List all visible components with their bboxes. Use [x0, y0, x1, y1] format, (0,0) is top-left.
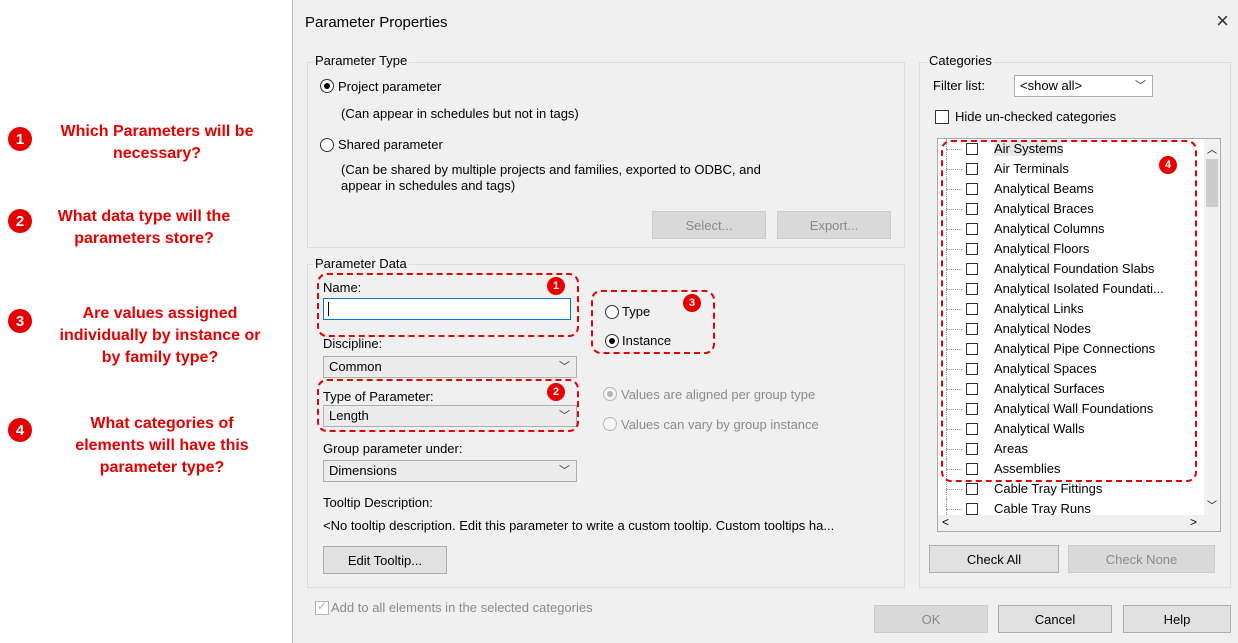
callout-badge-4: 4 — [1159, 156, 1177, 174]
tree-connector — [946, 479, 964, 499]
tooltip-description-label: Tooltip Description: — [323, 495, 433, 510]
discipline-value: Common — [329, 359, 382, 374]
group-parameter-value: Dimensions — [329, 463, 397, 478]
dialog-title: Parameter Properties — [305, 14, 448, 31]
check-all-button[interactable]: Check All — [929, 545, 1059, 573]
shared-parameter-radio[interactable] — [320, 138, 334, 152]
aligned-per-group-radio[interactable] — [603, 387, 617, 401]
hide-unchecked-label: Hide un-checked categories — [955, 109, 1117, 124]
add-to-all-checkbox[interactable]: ✓ — [315, 599, 329, 615]
discipline-label: Discipline: — [323, 336, 383, 351]
project-parameter-desc: (Can appear in schedules but not in tags… — [341, 106, 579, 121]
chevron-down-icon: ﹀ — [1135, 80, 1146, 92]
callout-badge-3: 3 — [683, 294, 701, 312]
annotation-badge: 1 — [8, 127, 32, 151]
annotation-text: What data type will the parameters store… — [57, 208, 231, 247]
parameter-type-legend: Parameter Type — [313, 53, 410, 68]
help-button[interactable]: Help — [1123, 605, 1231, 633]
chevron-down-icon: ﹀ — [559, 465, 570, 477]
annotation-badge: 3 — [8, 309, 32, 333]
project-parameter-label: Project parameter — [338, 79, 442, 94]
annotation-badge: 2 — [8, 209, 32, 233]
add-to-all-label: Add to all elements in the selected cate… — [331, 600, 593, 615]
discipline-select[interactable]: Common ﹀ — [323, 356, 577, 378]
category-checkbox[interactable] — [966, 483, 978, 495]
chevron-up-icon[interactable]: ︿ — [1207, 141, 1217, 156]
select-button[interactable]: Select... — [652, 211, 766, 239]
chevron-left-icon[interactable]: < — [942, 515, 949, 529]
vary-by-instance-radio[interactable] — [603, 417, 617, 431]
annotation-text: Which Parameters will be necessary? — [60, 123, 254, 162]
annotation-badge: 4 — [8, 418, 32, 442]
category-label: Cable Tray Fittings — [994, 481, 1103, 496]
scroll-thumb[interactable] — [1206, 159, 1218, 207]
group-parameter-label: Group parameter under: — [323, 441, 463, 456]
parameter-properties-dialog: Parameter Properties × Parameter Type Pr… — [292, 0, 1238, 643]
callout-badge-1: 1 — [547, 277, 565, 295]
chevron-down-icon[interactable]: ﹀ — [1207, 497, 1217, 512]
filter-list-label: Filter list: — [933, 78, 985, 93]
callout-categories-box — [941, 140, 1197, 482]
hide-unchecked-checkbox[interactable] — [935, 110, 949, 124]
parameter-data-legend: Parameter Data — [313, 256, 409, 271]
tooltip-description-text: <No tooltip description. Edit this param… — [323, 518, 835, 533]
category-label: Cable Tray Runs — [994, 501, 1091, 516]
vertical-scrollbar[interactable]: ︿ ﹀ — [1204, 139, 1220, 515]
categories-legend: Categories — [927, 53, 994, 68]
ok-button[interactable]: OK — [874, 605, 988, 633]
annotation-text: What categories of elements will have th… — [75, 415, 249, 476]
callout-badge-2: 2 — [547, 383, 565, 401]
chevron-down-icon: ﹀ — [559, 361, 570, 373]
callout-name-box — [317, 273, 579, 337]
edit-tooltip-button[interactable]: Edit Tooltip... — [323, 546, 447, 574]
project-parameter-radio[interactable] — [320, 79, 334, 93]
group-parameter-select[interactable]: Dimensions ﹀ — [323, 460, 577, 482]
vary-by-instance-label: Values can vary by group instance — [621, 417, 819, 432]
filter-list-select[interactable]: <show all> ﹀ — [1014, 75, 1153, 97]
annotation-text: Are values assigned individually by inst… — [59, 305, 261, 366]
chevron-right-icon[interactable]: > — [1190, 515, 1197, 529]
callout-type-box — [317, 379, 579, 432]
cancel-button[interactable]: Cancel — [998, 605, 1112, 633]
shared-parameter-label: Shared parameter — [338, 137, 443, 152]
aligned-per-group-label: Values are aligned per group type — [621, 387, 816, 402]
shared-parameter-desc: (Can be shared by multiple projects and … — [341, 162, 761, 177]
shared-parameter-desc-2: appear in schedules and tags) — [341, 178, 516, 193]
horizontal-scrollbar[interactable]: < > — [938, 515, 1220, 531]
filter-list-value: <show all> — [1020, 78, 1083, 93]
check-icon: ✓ — [317, 599, 328, 613]
list-item[interactable]: Cable Tray Fittings — [938, 479, 1204, 499]
close-icon[interactable]: × — [1216, 8, 1229, 34]
check-none-button[interactable]: Check None — [1068, 545, 1215, 573]
category-checkbox[interactable] — [966, 503, 978, 515]
export-button[interactable]: Export... — [777, 211, 891, 239]
